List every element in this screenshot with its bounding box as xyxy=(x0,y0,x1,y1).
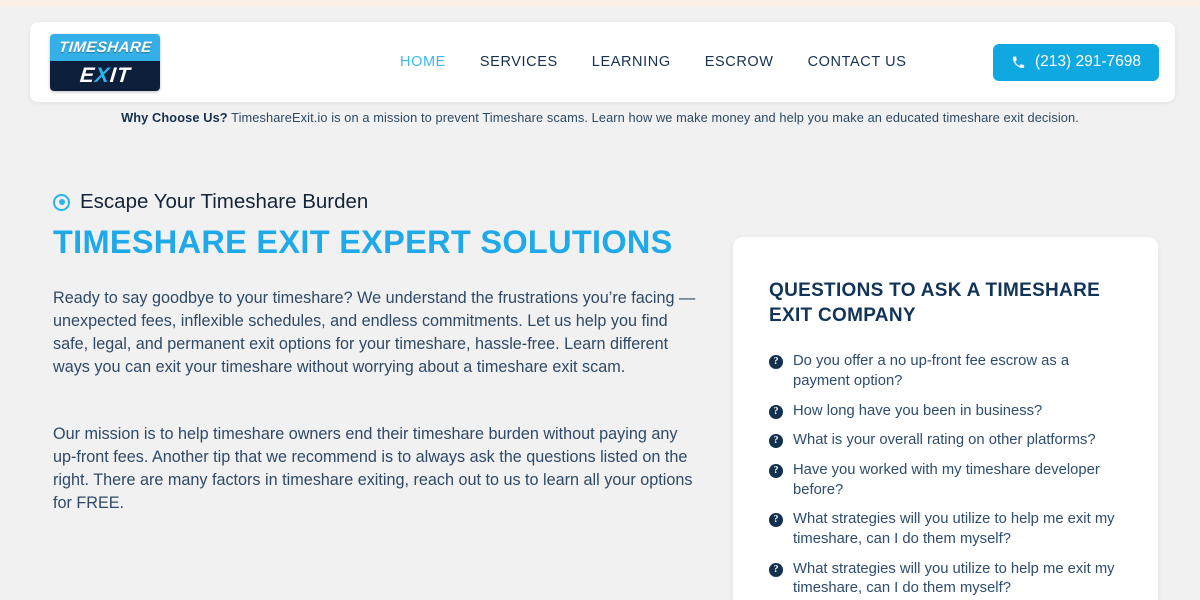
questions-card-title: QUESTIONS TO ASK A TIMESHARE EXIT COMPAN… xyxy=(769,280,1101,326)
question-mark-circle-icon: ? xyxy=(769,513,783,528)
question-text: Have you worked with my timeshare develo… xyxy=(793,462,1100,498)
question-mark-circle-icon: ? xyxy=(769,404,783,419)
target-dot-icon xyxy=(53,193,70,211)
question-text: Do you offer a no up-front fee escrow as… xyxy=(793,353,1070,390)
list-item: ? Do you offer a no up-front fee escrow … xyxy=(769,352,1124,391)
site-logo[interactable]: TIMESHARE EXIT xyxy=(50,33,160,91)
hero-paragraph-2: Our mission is to help timeshare owners … xyxy=(53,424,693,512)
logo-exit-it: IT xyxy=(108,64,132,87)
logo-exit-text: EXIT xyxy=(78,64,132,87)
list-item: ? What strategies will you utilize to he… xyxy=(769,510,1124,549)
question-text: What is your overall rating on other pla… xyxy=(793,432,1096,449)
question-text: What strategies will you utilize to help… xyxy=(793,511,1115,548)
list-item: ? What strategies will you utilize to he… xyxy=(769,560,1124,599)
list-item: ? What is your overall rating on other p… xyxy=(769,431,1124,451)
phone-number-label: (213) 291-7698 xyxy=(1035,53,1141,70)
nav-item-services[interactable]: SERVICES xyxy=(480,54,558,70)
hero-paragraph-1: Ready to say goodbye to your timeshare? … xyxy=(53,288,696,376)
question-mark-circle-icon: ? xyxy=(769,434,783,449)
nav-item-contact-us[interactable]: CONTACT US xyxy=(808,54,907,70)
hero-eyebrow-label: Escape Your Timeshare Burden xyxy=(80,190,369,213)
hero-eyebrow: Escape Your Timeshare Burden xyxy=(53,190,703,214)
top-accent-strip xyxy=(0,0,1200,6)
list-item: ? Have you worked with my timeshare deve… xyxy=(769,461,1124,500)
question-text: What strategies will you utilize to help… xyxy=(793,560,1115,597)
logo-top-band: TIMESHARE xyxy=(50,33,160,61)
list-item: ? How long have you been in business? xyxy=(769,402,1124,422)
page-title: TIMESHARE EXIT EXPERT SOLUTIONS xyxy=(53,224,673,260)
question-mark-circle-icon: ? xyxy=(769,355,783,370)
main-navigation: HOME SERVICES LEARNING ESCROW CONTACT US xyxy=(400,54,907,70)
phone-call-button[interactable]: (213) 291-7698 xyxy=(993,43,1159,81)
questions-card: QUESTIONS TO ASK A TIMESHARE EXIT COMPAN… xyxy=(733,237,1158,600)
logo-timeshare-text: TIMESHARE xyxy=(57,38,153,56)
logo-bottom-band: EXIT xyxy=(50,60,160,91)
question-text: How long have you been in business? xyxy=(793,402,1043,419)
phone-icon xyxy=(1012,56,1025,68)
questions-list: ? Do you offer a no up-front fee escrow … xyxy=(769,352,1124,599)
why-choose-us-tagline: Why Choose Us? TimeshareExit.io is on a … xyxy=(0,110,1200,125)
nav-item-learning[interactable]: LEARNING xyxy=(592,54,671,70)
nav-item-escrow[interactable]: ESCROW xyxy=(705,54,774,70)
nav-item-home[interactable]: HOME xyxy=(400,54,446,70)
question-mark-circle-icon: ? xyxy=(769,562,783,577)
site-header: TIMESHARE EXIT HOME SERVICES LEARNING ES… xyxy=(30,22,1175,102)
question-mark-circle-icon: ? xyxy=(769,464,783,479)
tagline-rest-label: TimeshareExit.io is on a mission to prev… xyxy=(227,110,1079,125)
tagline-bold-label: Why Choose Us? xyxy=(121,110,228,125)
hero-content: Escape Your Timeshare Burden TIMESHARE E… xyxy=(53,190,703,515)
